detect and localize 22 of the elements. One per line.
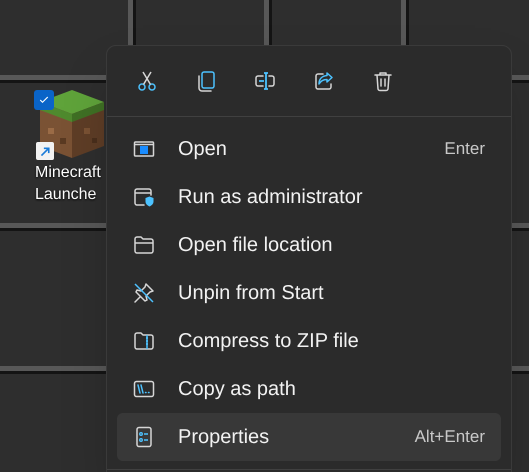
menu-item[interactable]: Open Enter — [117, 125, 501, 173]
icon-label: Minecraft — [35, 163, 101, 183]
menu-item[interactable]: Open file location — [117, 221, 501, 269]
menu-item[interactable]: Properties Alt+Enter — [117, 413, 501, 461]
rename-icon — [253, 69, 277, 93]
menu-item[interactable]: Unpin from Start — [117, 269, 501, 317]
shortcut-text: Alt+Enter — [414, 426, 485, 448]
selection-checkbox[interactable] — [34, 90, 54, 110]
shortcut-text: Enter — [444, 138, 485, 160]
menu-item-label: Run as administrator — [178, 185, 363, 210]
menu-item-label: Unpin from Start — [178, 281, 324, 306]
menu-item[interactable]: Run as administrator — [117, 173, 501, 221]
menu-item[interactable]: Copy as path — [117, 365, 501, 413]
crossed-pin-icon — [132, 281, 156, 305]
menu-item-label: Properties — [178, 425, 270, 450]
menu-item[interactable]: Compress to ZIP file — [117, 317, 501, 365]
menu-item-label: Compress to ZIP file — [178, 329, 359, 354]
menu-item-label: Open — [178, 137, 227, 162]
icon-label: Launche — [35, 185, 96, 205]
checkmark-icon — [38, 94, 50, 106]
menu-item-label: Copy as path — [178, 377, 296, 402]
menu-item-label: Open file location — [178, 233, 333, 258]
